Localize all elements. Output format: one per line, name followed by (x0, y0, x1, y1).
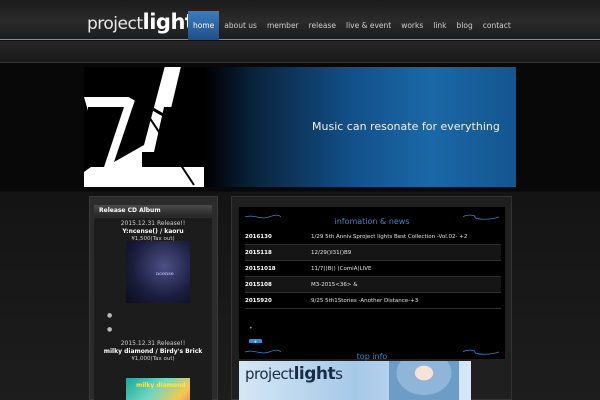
news-date: 2015108 (245, 282, 272, 288)
nav-about-us[interactable]: about us (219, 11, 262, 40)
release-sidebar: Release CD Album 2015.12.31 Release!! Y:… (89, 196, 218, 400)
top-info-banner[interactable]: projectlights (239, 361, 471, 400)
sub-bar (0, 41, 600, 63)
sidebar-heading: Release CD Album (94, 205, 212, 217)
news-text[interactable]: 1/29 5th Anniv.Sproject lights Best Coll… (311, 229, 467, 245)
topinfo-heading: top info (356, 352, 388, 361)
news-date: 2015920 (245, 298, 272, 304)
ornament-right-icon (463, 214, 499, 220)
banner-character-image (389, 361, 459, 400)
news-dot: • (249, 325, 253, 332)
main-nav: home about us member release live & even… (188, 11, 516, 40)
nav-contact[interactable]: contact (478, 11, 516, 40)
news-heading: infomation & news (334, 217, 410, 226)
album-cover[interactable]: ncense (126, 241, 190, 303)
news-row[interactable]: 20151018 11/7()B() (ComiA)LIVE (245, 261, 501, 277)
news-date: 20151018 (245, 266, 276, 272)
album-cover-text: ncense (156, 271, 174, 277)
hero-tagline: Music can resonate for everything (312, 120, 500, 133)
news-row[interactable]: 2016130 1/29 5th Anniv.Sproject lights B… (245, 229, 501, 245)
list-bullet: ● (107, 312, 113, 319)
news-text[interactable]: 12/29()l31()B9 (311, 245, 351, 261)
news-text[interactable]: 11/7()B() (ComiA)LIVE (311, 261, 372, 277)
news-text[interactable]: M3-2015<36> & (311, 277, 357, 293)
album-cover-text: milky diamond (136, 382, 186, 389)
album-item: 2015.12.31 Release!! Y:ncense() / kaoru … (94, 220, 212, 303)
hero-banner: Music can resonate for everything (84, 67, 516, 187)
nav-release[interactable]: release (304, 11, 341, 40)
news-date: 2016130 (245, 234, 272, 240)
album-title[interactable]: milky diamond / Birdy's Brick (94, 348, 212, 356)
nav-home[interactable]: home (188, 11, 220, 40)
nav-blog[interactable]: blog (452, 11, 478, 40)
ornament-right-icon (463, 349, 499, 355)
album-item: 2015.12.31 Release!! milky diamond / Bir… (94, 340, 212, 400)
main-content: infomation & news 2016130 1/29 5th Anniv… (231, 196, 512, 400)
topinfo-heading-bar: top info (239, 344, 505, 361)
banner-logo: projectlights (245, 364, 343, 384)
album-date: 2015.12.31 Release!! (120, 340, 186, 347)
topinfo-panel: top info (239, 343, 505, 361)
album-title[interactable]: Y:ncense() / kaoru (94, 228, 212, 236)
news-panel: infomation & news 2016130 1/29 5th Anniv… (239, 207, 505, 348)
nav-member[interactable]: member (262, 11, 304, 40)
album-price: ¥1,000(Tax out) (131, 356, 175, 362)
news-row[interactable]: 2015108 M3-2015<36> & (245, 277, 501, 293)
news-heading-bar: infomation & news (239, 209, 505, 226)
news-date: 2015118 (245, 250, 272, 256)
news-text[interactable]: 9/25 5th1Stories -Another Distance-+3 (311, 293, 418, 309)
list-bullet: ● (107, 326, 113, 333)
album-list: 2015.12.31 Release!! Y:ncense() / kaoru … (94, 218, 212, 400)
page: projectlights home about us member relea… (0, 0, 600, 400)
news-row[interactable]: 2015118 12/29()l31()B9 (245, 245, 501, 261)
ornament-left-icon (245, 214, 281, 219)
nav-live-event[interactable]: live & event (341, 11, 396, 40)
album-date: 2015.12.31 Release!! (120, 220, 186, 227)
nav-works[interactable]: works (396, 11, 428, 40)
site-logo[interactable]: projectlights (87, 10, 203, 34)
top-navigation-bar: projectlights home about us member relea… (0, 0, 600, 40)
album-cover[interactable]: milky diamond (126, 378, 190, 400)
nav-link[interactable]: link (428, 11, 451, 40)
news-row[interactable]: 2015920 9/25 5th1Stories -Another Distan… (245, 293, 501, 309)
ornament-left-icon (245, 349, 281, 354)
